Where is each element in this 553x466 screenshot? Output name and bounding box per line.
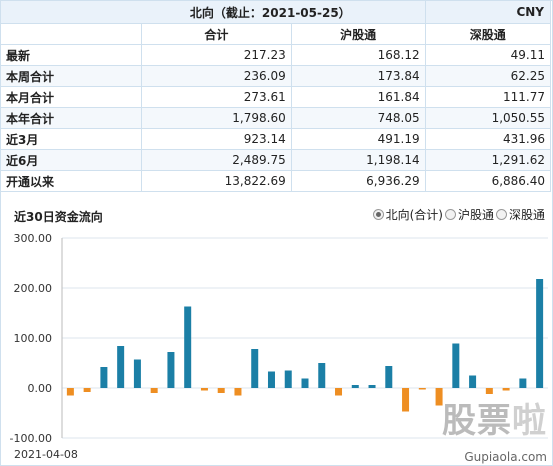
y-tick-label: 300.00 [14,232,53,245]
summary-body: 最新 217.23 168.12 49.11 本周合计 236.09 173.84 62.25… [0,44,552,192]
row-label: 本年合计 [0,107,142,129]
bar [402,388,410,412]
bar [167,352,175,388]
radio-shanghai-connect[interactable] [444,209,456,220]
watermark-url: Gupiaola.com [464,450,547,464]
bar [452,343,460,388]
row-value: 273.61 [141,86,292,108]
row-value: 236.09 [141,65,292,87]
row-value: 923.14 [141,128,292,150]
header-blank [0,23,142,45]
y-tick-label: -100.00 [10,432,52,445]
bar [100,367,108,388]
bar [66,388,74,396]
row-value: 491.19 [290,128,426,150]
row-value: 1,198.14 [290,149,426,171]
table-row: 本年合计 1,798.60 748.05 1,050.55 [0,107,552,129]
table-row: 本周合计 236.09 173.84 62.25 [0,65,552,87]
bar [184,306,192,388]
table-row: 最新 217.23 168.12 49.11 [0,44,552,66]
row-value: 431.96 [424,128,552,150]
option-shenzhen-connect[interactable]: 深股通 [495,206,545,223]
summary-table: 北向（截止：2021-05-25） CNY 合计 沪股通 深股通 最新 217.2… [0,0,552,192]
x-axis-first-label: 2021-04-08 [14,448,78,461]
row-label: 近3月 [0,128,142,150]
bar [502,388,510,391]
table-row: 近3月 923.14 491.19 431.96 [0,128,552,150]
table-row: 近6月 2,489.75 1,198.14 1,291.62 [0,149,552,171]
header-shanghai: 沪股通 [290,23,426,45]
bar [133,359,141,388]
row-value: 6,936.29 [290,170,426,192]
bar [83,388,91,392]
table-title: 北向（截止：2021-05-25） [0,0,426,24]
row-value: 173.84 [290,65,426,87]
bar [217,388,225,393]
row-value: 168.12 [290,44,426,66]
y-tick-label: 0.00 [28,382,53,395]
row-value: 1,291.62 [424,149,552,171]
bar [418,388,426,390]
header-shenzhen: 深股通 [424,23,552,45]
bar [301,378,309,388]
radio-shenzhen-connect[interactable] [495,209,507,220]
option-label: 北向(合计) [385,208,443,222]
table-row: 本月合计 273.61 161.84 111.77 [0,86,552,108]
bar [536,279,544,388]
currency-label: CNY [424,0,552,24]
row-label: 近6月 [0,149,142,171]
y-tick-label: 200.00 [14,282,53,295]
option-label: 沪股通 [457,208,494,222]
bar [318,363,326,388]
bar [117,346,125,388]
row-label: 本月合计 [0,86,142,108]
series-selector: 北向(合计) 沪股通 深股通 [372,206,545,223]
header-total: 合计 [141,23,292,45]
row-value: 748.05 [290,107,426,129]
row-value: 6,886.40 [424,170,552,192]
row-label: 开通以来 [0,170,142,192]
option-northbound-total[interactable]: 北向(合计) [372,206,443,223]
bar [200,388,208,391]
y-tick-label: 100.00 [14,332,53,345]
radio-northbound-total[interactable] [372,209,384,220]
row-value: 13,822.69 [141,170,292,192]
option-label: 深股通 [508,208,545,222]
row-label: 最新 [0,44,142,66]
bar [385,366,393,388]
row-value: 217.23 [141,44,292,66]
row-value: 2,489.75 [141,149,292,171]
bar [351,385,359,388]
watermark-logo: 股票啦 [442,401,547,441]
bar [267,371,275,388]
row-value: 62.25 [424,65,552,87]
bar [469,375,477,388]
option-shanghai-connect[interactable]: 沪股通 [444,206,494,223]
bar [519,378,527,388]
row-value: 49.11 [424,44,552,66]
row-value: 111.77 [424,86,552,108]
row-value: 161.84 [290,86,426,108]
chart-title: 近30日资金流向 [14,210,103,224]
bar [335,388,343,396]
bar [368,385,376,388]
row-value: 1,050.55 [424,107,552,129]
bar [251,349,259,388]
bar [150,388,158,393]
bar [234,388,242,396]
row-label: 本周合计 [0,65,142,87]
table-row: 开通以来 13,822.69 6,936.29 6,886.40 [0,170,552,192]
bar [284,370,292,388]
row-value: 1,798.60 [141,107,292,129]
